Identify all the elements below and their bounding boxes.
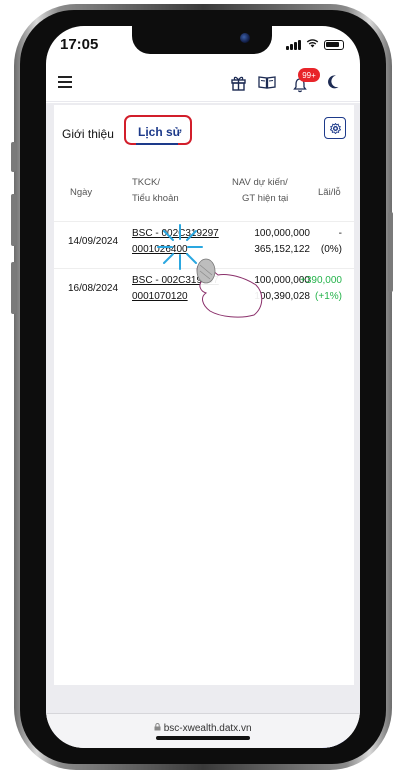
tab-history[interactable]: Lịch sử — [138, 125, 181, 139]
col-nav-2: GT hiện tại — [242, 193, 289, 204]
app-header: 99+ — [46, 68, 360, 102]
menu-icon[interactable] — [58, 76, 72, 90]
row-date: 14/09/2024 — [68, 236, 119, 247]
url-text[interactable]: bsc-xwealth.datx.vn — [46, 723, 360, 734]
browser-url-bar[interactable]: bsc-xwealth.datx.vn — [46, 713, 360, 748]
book-icon[interactable] — [258, 74, 276, 95]
col-pnl: Lãi/lỗ — [318, 187, 341, 198]
row-pnl-value: - — [338, 228, 342, 239]
row-pnl-value: +390,000 — [300, 275, 342, 286]
col-account-2: Tiểu khoản — [132, 193, 179, 204]
history-card: Giới thiệu Lịch sử Ngày TKCK/ Tiểu khoản… — [54, 105, 354, 685]
status-bar: 17:05 — [46, 26, 360, 66]
url-label: bsc-xwealth.datx.vn — [163, 723, 252, 734]
camera-icon — [240, 33, 250, 43]
notch — [132, 26, 272, 54]
signal-icon — [286, 39, 301, 50]
wifi-icon — [306, 38, 319, 51]
tab-intro[interactable]: Giới thiệu — [62, 127, 114, 141]
row-date: 16/08/2024 — [68, 283, 119, 294]
side-button — [11, 142, 16, 172]
lock-icon — [154, 723, 163, 733]
row-pnl-pct: (+1%) — [315, 291, 342, 302]
volume-up-button — [11, 194, 16, 246]
power-button — [388, 212, 393, 292]
col-account-1: TKCK/ — [132, 177, 160, 188]
status-time: 17:05 — [60, 36, 99, 53]
volume-down-button — [11, 262, 16, 314]
settings-button[interactable] — [324, 117, 346, 139]
row-pnl-pct: (0%) — [320, 244, 342, 255]
notification-badge: 99+ — [298, 68, 320, 82]
battery-icon — [324, 39, 344, 50]
gear-icon — [329, 122, 341, 134]
content-area: Giới thiệu Lịch sử Ngày TKCK/ Tiểu khoản… — [46, 103, 360, 748]
active-tab-indicator — [136, 143, 178, 145]
status-icons — [286, 38, 344, 51]
table-header: Ngày TKCK/ Tiểu khoản NAV dự kiến/ GT hi… — [54, 175, 354, 215]
col-nav-1: NAV dự kiến/ — [232, 177, 288, 188]
tap-hand-icon — [157, 224, 263, 318]
gift-icon[interactable] — [230, 74, 247, 96]
moon-icon[interactable] — [326, 74, 340, 95]
home-indicator — [156, 736, 250, 740]
col-date: Ngày — [70, 187, 93, 198]
phone-screen: 17:05 99+ Giới thiệu Lịch sử Ngày TKCK/ … — [46, 26, 360, 748]
